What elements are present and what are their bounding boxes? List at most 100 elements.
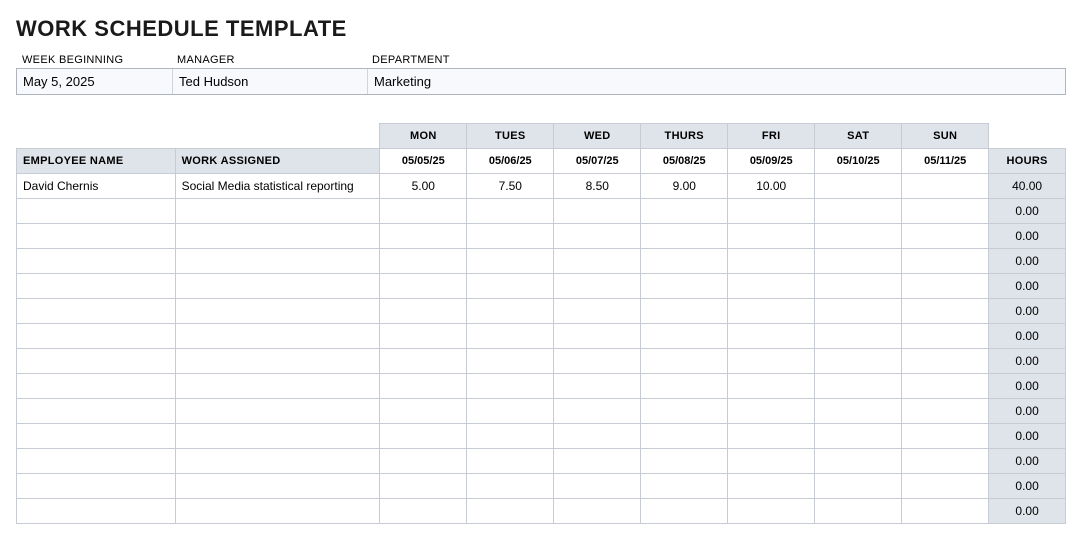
day-cell[interactable]	[380, 349, 467, 374]
work-cell[interactable]	[175, 249, 380, 274]
work-cell[interactable]	[175, 449, 380, 474]
day-cell[interactable]	[815, 349, 902, 374]
day-cell[interactable]	[641, 324, 728, 349]
day-cell[interactable]	[815, 424, 902, 449]
day-cell[interactable]	[815, 374, 902, 399]
day-cell[interactable]	[728, 374, 815, 399]
day-cell[interactable]	[728, 299, 815, 324]
day-cell[interactable]	[815, 199, 902, 224]
day-cell[interactable]	[902, 349, 989, 374]
employee-cell[interactable]	[17, 249, 176, 274]
day-cell[interactable]	[641, 374, 728, 399]
value-department[interactable]: Marketing	[367, 69, 1065, 94]
employee-cell[interactable]	[17, 324, 176, 349]
day-cell[interactable]	[380, 224, 467, 249]
day-cell[interactable]	[380, 424, 467, 449]
day-cell[interactable]	[641, 199, 728, 224]
work-cell[interactable]	[175, 399, 380, 424]
day-cell[interactable]	[902, 449, 989, 474]
work-cell[interactable]	[175, 374, 380, 399]
work-cell[interactable]	[175, 224, 380, 249]
day-cell[interactable]	[641, 349, 728, 374]
day-cell[interactable]	[902, 274, 989, 299]
day-cell[interactable]	[815, 499, 902, 524]
day-cell[interactable]	[467, 474, 554, 499]
day-cell[interactable]	[728, 399, 815, 424]
day-cell[interactable]	[728, 349, 815, 374]
work-cell[interactable]	[175, 349, 380, 374]
employee-cell[interactable]	[17, 424, 176, 449]
day-cell[interactable]	[902, 199, 989, 224]
day-cell[interactable]	[641, 299, 728, 324]
day-cell[interactable]	[815, 324, 902, 349]
day-cell[interactable]	[380, 474, 467, 499]
day-cell[interactable]	[641, 274, 728, 299]
day-cell[interactable]	[467, 424, 554, 449]
day-cell[interactable]	[467, 399, 554, 424]
day-cell[interactable]	[380, 399, 467, 424]
day-cell[interactable]	[554, 474, 641, 499]
day-cell[interactable]	[380, 299, 467, 324]
day-cell[interactable]	[728, 474, 815, 499]
day-cell[interactable]	[641, 399, 728, 424]
day-cell[interactable]	[815, 274, 902, 299]
day-cell[interactable]	[467, 249, 554, 274]
employee-cell[interactable]	[17, 199, 176, 224]
day-cell[interactable]	[380, 374, 467, 399]
employee-cell[interactable]	[17, 349, 176, 374]
day-cell[interactable]	[380, 324, 467, 349]
employee-cell[interactable]	[17, 299, 176, 324]
day-cell[interactable]	[728, 224, 815, 249]
day-cell[interactable]	[554, 374, 641, 399]
day-cell[interactable]	[902, 249, 989, 274]
day-cell[interactable]	[815, 399, 902, 424]
work-cell[interactable]	[175, 499, 380, 524]
day-cell[interactable]	[467, 499, 554, 524]
work-cell[interactable]	[175, 474, 380, 499]
day-cell[interactable]	[728, 499, 815, 524]
day-cell[interactable]	[815, 249, 902, 274]
day-cell[interactable]	[380, 449, 467, 474]
day-cell[interactable]	[641, 449, 728, 474]
employee-cell[interactable]	[17, 374, 176, 399]
day-cell[interactable]	[554, 249, 641, 274]
day-cell[interactable]: 10.00	[728, 174, 815, 199]
employee-cell[interactable]	[17, 399, 176, 424]
day-cell[interactable]: 5.00	[380, 174, 467, 199]
day-cell[interactable]	[554, 349, 641, 374]
day-cell[interactable]	[467, 324, 554, 349]
day-cell[interactable]	[554, 299, 641, 324]
day-cell[interactable]	[467, 199, 554, 224]
day-cell[interactable]	[554, 424, 641, 449]
day-cell[interactable]: 9.00	[641, 174, 728, 199]
day-cell[interactable]	[728, 424, 815, 449]
day-cell[interactable]	[554, 324, 641, 349]
day-cell[interactable]	[902, 324, 989, 349]
day-cell[interactable]	[554, 199, 641, 224]
day-cell[interactable]	[902, 174, 989, 199]
day-cell[interactable]	[380, 499, 467, 524]
day-cell[interactable]	[902, 474, 989, 499]
day-cell[interactable]	[902, 499, 989, 524]
day-cell[interactable]	[641, 224, 728, 249]
day-cell[interactable]	[815, 224, 902, 249]
day-cell[interactable]	[554, 399, 641, 424]
day-cell[interactable]	[554, 449, 641, 474]
day-cell[interactable]	[467, 299, 554, 324]
day-cell[interactable]	[815, 449, 902, 474]
day-cell[interactable]	[554, 274, 641, 299]
day-cell[interactable]	[815, 299, 902, 324]
day-cell[interactable]	[554, 224, 641, 249]
employee-cell[interactable]: David Chernis	[17, 174, 176, 199]
employee-cell[interactable]	[17, 274, 176, 299]
day-cell[interactable]	[641, 249, 728, 274]
value-manager[interactable]: Ted Hudson	[172, 69, 367, 94]
day-cell[interactable]	[728, 274, 815, 299]
day-cell[interactable]	[728, 449, 815, 474]
work-cell[interactable]	[175, 274, 380, 299]
day-cell[interactable]	[467, 349, 554, 374]
day-cell[interactable]	[641, 474, 728, 499]
day-cell[interactable]	[380, 274, 467, 299]
day-cell[interactable]	[467, 449, 554, 474]
day-cell[interactable]	[902, 374, 989, 399]
